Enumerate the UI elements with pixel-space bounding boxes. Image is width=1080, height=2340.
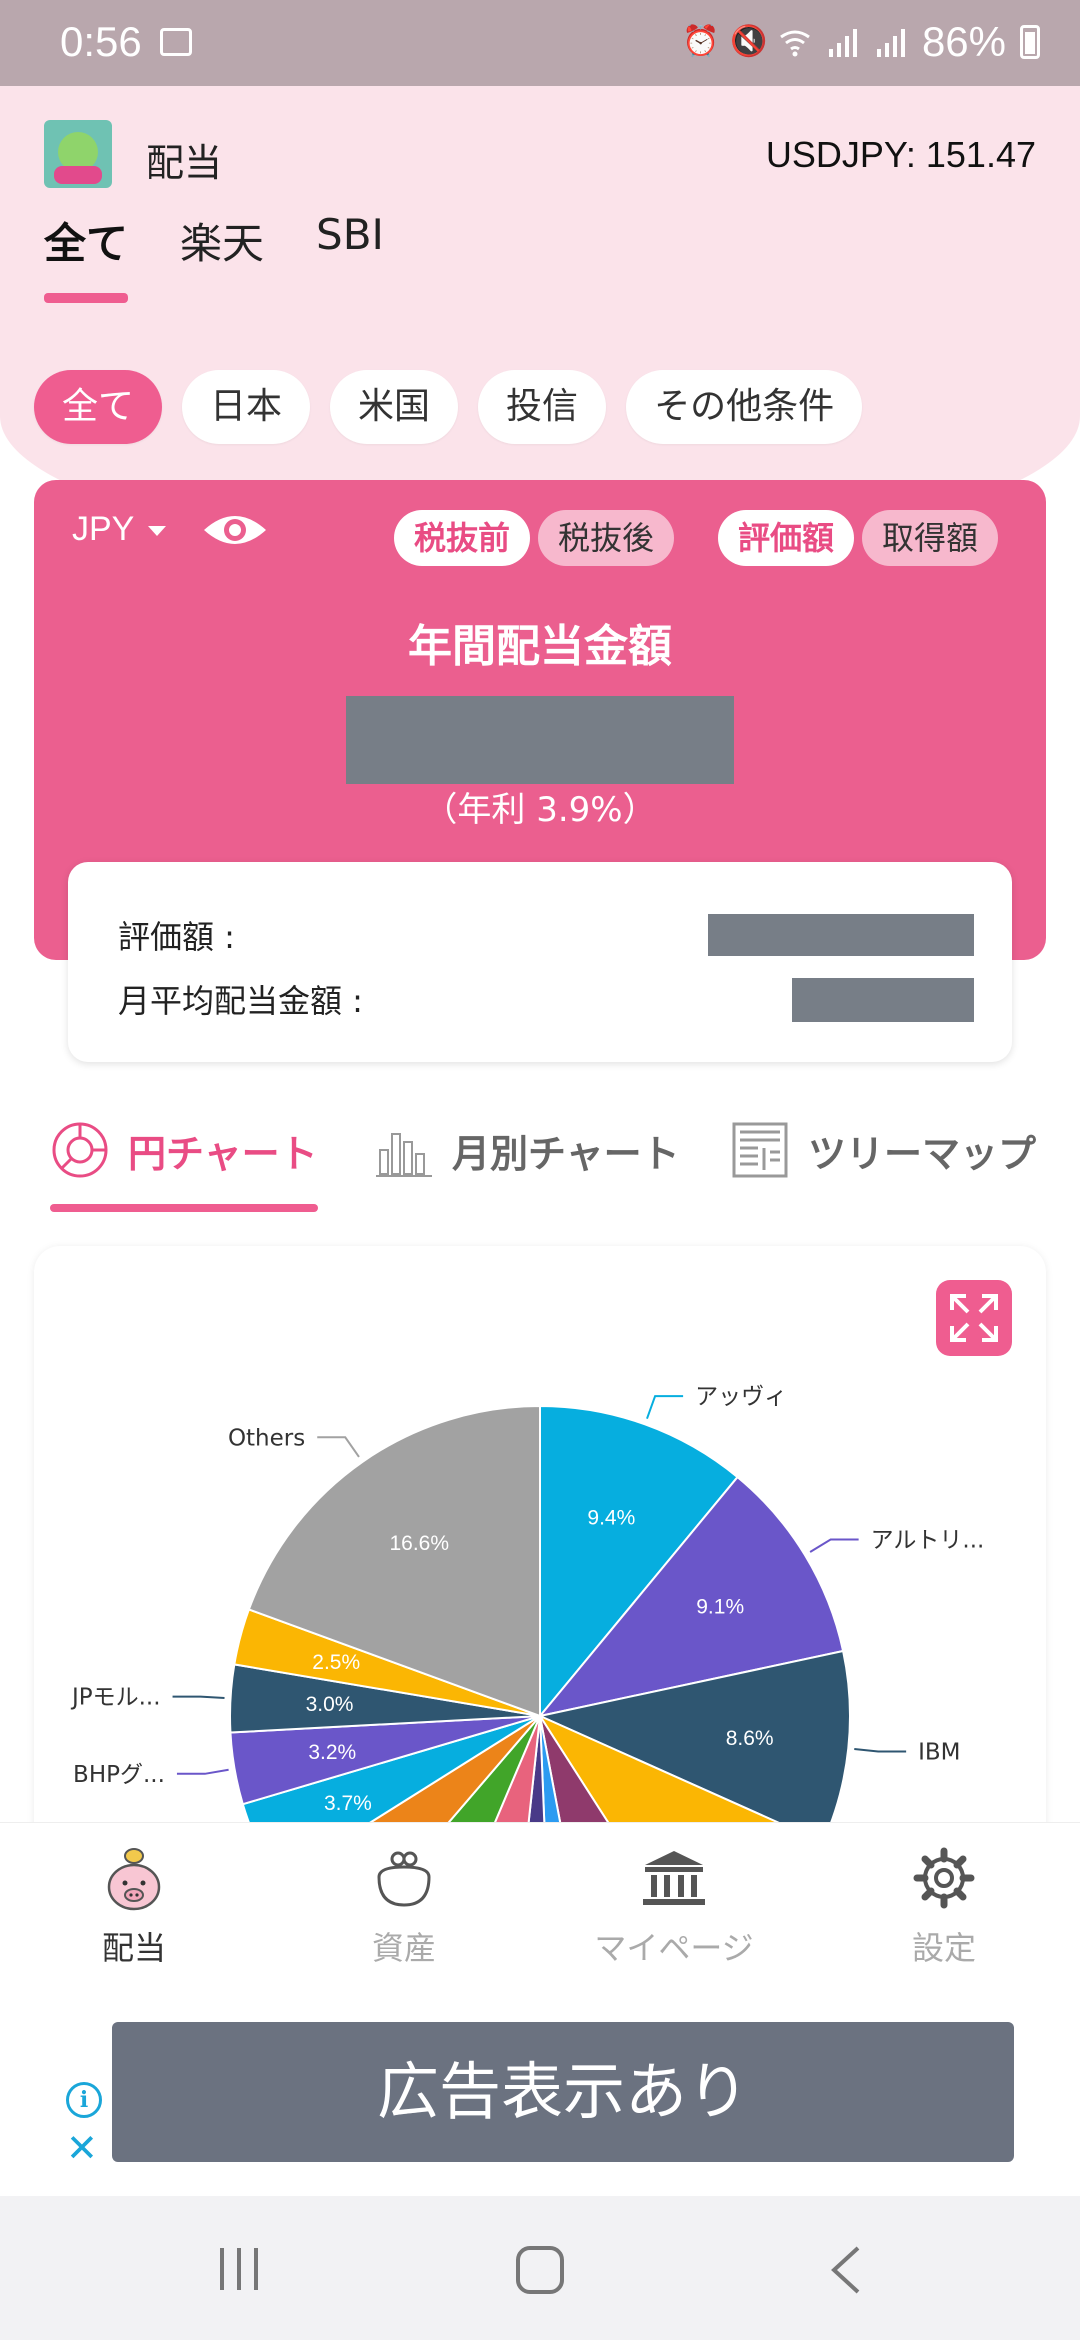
filter-other-conditions[interactable]: その他条件 [626, 370, 863, 444]
nav-settings-label: 設定 [911, 1929, 976, 1967]
status-bar: 0:56 ⏰ 🔇 86% [0, 0, 1080, 86]
chart-view-tabs: 円チャート 月別チャート ツリーマップ [50, 1120, 1050, 1212]
tab-pie-chart-label: 円チャート [128, 1131, 318, 1176]
toggle-before-tax[interactable]: 税抜前 [394, 510, 531, 566]
pie-value-label: 3.2% [308, 1741, 356, 1764]
battery-percent: 86% [921, 18, 1006, 65]
pie-value-label: 16.6% [389, 1532, 449, 1555]
caret-down-icon [148, 526, 167, 537]
tab-pie-chart[interactable]: 円チャート [50, 1120, 318, 1180]
pie-category-label: IBM [918, 1740, 960, 1766]
bank-building-icon [643, 1851, 705, 1905]
annual-dividend-title: 年間配当金額 [408, 621, 672, 672]
annual-yield: （年利 3.9%） [423, 790, 657, 830]
status-time: 0:56 [60, 18, 142, 65]
nav-dividend-label: 配当 [101, 1929, 166, 1967]
pie-value-label: 3.0% [306, 1693, 354, 1716]
signal-icon [828, 29, 857, 57]
currency-label: JPY [72, 510, 135, 548]
app-logo [44, 120, 112, 188]
battery-icon [1020, 25, 1040, 59]
valuation-label: 評価額 : [118, 918, 235, 956]
wifi-icon [780, 30, 810, 57]
pie-leader-line [317, 1436, 360, 1458]
basis-toggle: 評価額 取得額 [718, 510, 999, 566]
monthly-average-label: 月平均配当金額 : [118, 982, 363, 1020]
filter-mutual-fund[interactable]: 投信 [478, 370, 607, 444]
monthly-average-amount-masked [792, 978, 974, 1022]
pie-category-label: JPモル... [70, 1685, 161, 1711]
pie-leader-line [854, 1748, 907, 1753]
alarm-icon: ⏰ [681, 25, 720, 58]
nav-mypage[interactable]: マイページ [574, 1843, 774, 1969]
nav-settings[interactable]: 設定 [844, 1843, 1044, 1969]
pie-chart: 9.4%アッヴィ9.1%アルトリ...8.6%IBM7.9%4.1%3.7%サザ… [70, 1384, 985, 1866]
annual-dividend-amount-masked [346, 696, 734, 784]
coin-purse-icon [377, 1851, 431, 1907]
image-icon [160, 28, 192, 56]
filter-chips: 全て 日本 米国 投信 その他条件 [34, 370, 863, 444]
bar-chart-icon [376, 1133, 432, 1177]
ad-info-icon[interactable]: i [66, 2082, 102, 2118]
signal-icon [876, 29, 905, 57]
pie-category-label: アッヴィ [695, 1384, 787, 1410]
pie-value-label: 3.7% [324, 1792, 372, 1815]
toggle-after-tax[interactable]: 税抜後 [538, 510, 675, 566]
tab-monthly-chart[interactable]: 月別チャート [374, 1120, 680, 1180]
nav-assets[interactable]: 資産 [304, 1843, 504, 1969]
pie-category-label: Others [228, 1425, 305, 1451]
pie-leader-line [809, 1538, 859, 1553]
pie-category-label: アルトリ... [871, 1528, 985, 1554]
pie-chart-card: 9.4%アッヴィ9.1%アルトリ...8.6%IBM7.9%4.1%3.7%サザ… [34, 1246, 1046, 1866]
ad-banner[interactable]: 広告表示あり [112, 2022, 1014, 2162]
pie-value-label: 9.4% [587, 1507, 635, 1530]
page-title: 配当 [146, 141, 223, 185]
valuation-amount-masked [708, 914, 974, 956]
ad-area: i ✕ 広告表示あり [0, 2000, 1080, 2196]
nav-dividend[interactable]: 配当 [34, 1843, 234, 1969]
active-tab-indicator [50, 1204, 318, 1212]
status-icons: ⏰ 🔇 86% [682, 18, 1040, 66]
piggy-bank-icon [107, 1848, 161, 1911]
currency-select[interactable]: JPY [72, 510, 167, 549]
tab-rakuten[interactable]: 楽天 [180, 210, 264, 303]
treemap-icon [732, 1122, 788, 1178]
pie-category-label: BHPグ... [73, 1762, 165, 1788]
mute-icon: 🔇 [729, 25, 768, 58]
pie-value-label: 8.6% [726, 1727, 774, 1750]
pie-value-label: 9.1% [696, 1596, 744, 1619]
nav-mypage-label: マイページ [594, 1929, 754, 1967]
broker-tabs: 全て 楽天 SBI [44, 210, 384, 303]
pie-leader-line [646, 1395, 684, 1420]
tax-toggle: 税抜前 税抜後 [394, 510, 675, 566]
tab-monthly-chart-label: 月別チャート [452, 1131, 680, 1176]
filter-us[interactable]: 米国 [330, 370, 459, 444]
bottom-navigation: 配当 資産 マイページ 設定 [0, 1822, 1080, 2001]
toggle-market-value[interactable]: 評価額 [718, 510, 855, 566]
toggle-acquisition-cost[interactable]: 取得額 [862, 510, 999, 566]
pie-value-label: 2.5% [312, 1651, 360, 1674]
gear-icon [913, 1847, 975, 1909]
pie-leader-line [176, 1768, 229, 1775]
nav-assets-label: 資産 [371, 1929, 436, 1967]
exchange-rate: USDJPY: 151.47 [765, 134, 1036, 175]
tab-treemap-label: ツリーマップ [808, 1131, 1037, 1176]
ad-close-icon[interactable]: ✕ [66, 2128, 98, 2168]
pie-leader-line [172, 1695, 225, 1700]
home-icon[interactable] [514, 2244, 566, 2296]
eye-icon[interactable] [202, 508, 268, 552]
tab-treemap[interactable]: ツリーマップ [730, 1120, 1036, 1180]
filter-all[interactable]: 全て [34, 370, 163, 444]
recent-apps-icon[interactable] [214, 2244, 264, 2294]
pie-chart-icon [52, 1122, 108, 1178]
tab-all-brokers[interactable]: 全て [44, 210, 129, 303]
system-navigation-bar [0, 2196, 1080, 2340]
valuation-detail-card: 評価額 : 月平均配当金額 : [68, 862, 1012, 1062]
back-icon[interactable] [826, 2244, 866, 2296]
filter-japan[interactable]: 日本 [182, 370, 311, 444]
tab-sbi[interactable]: SBI [316, 210, 384, 303]
